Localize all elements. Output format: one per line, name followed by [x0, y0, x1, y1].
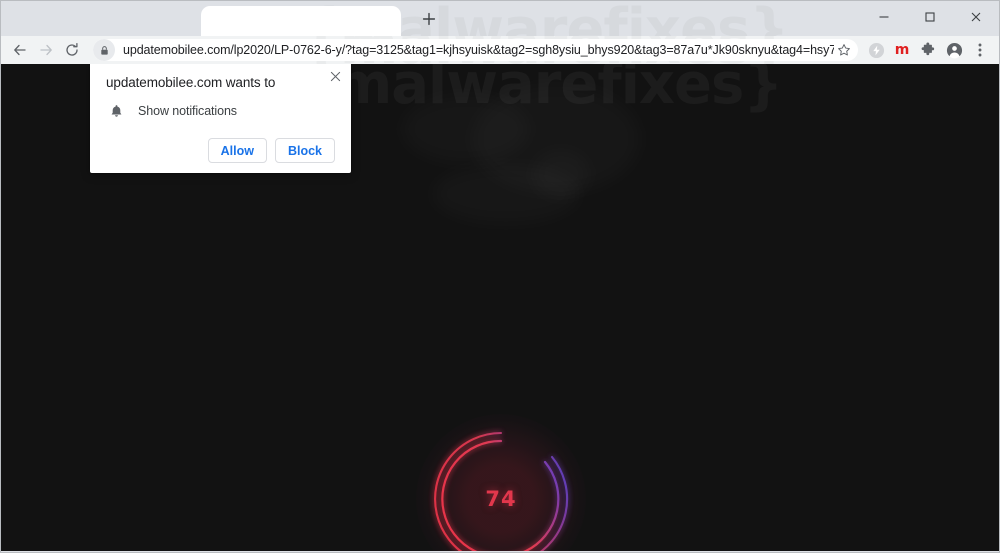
back-arrow-icon: [14, 44, 26, 56]
close-button[interactable]: [953, 1, 999, 33]
profile-avatar-icon: [946, 42, 962, 58]
m-extension-button[interactable]: m: [890, 38, 914, 62]
forward-arrow-icon: [40, 44, 52, 56]
new-tab-button[interactable]: [415, 5, 443, 33]
page-loader: 74: [416, 414, 586, 551]
minimize-icon: [879, 16, 889, 18]
background-blob: [401, 94, 531, 164]
address-bar[interactable]: updatemobilee.com/lp2020/LP-0762-6-y/?ta…: [93, 39, 858, 61]
chrome-menu-icon: [978, 43, 982, 57]
background-blob: [531, 149, 591, 199]
dialog-close-button[interactable]: [326, 67, 344, 85]
bookmark-button[interactable]: [834, 40, 854, 60]
background-blob: [431, 164, 581, 224]
bookmark-star-icon: [838, 44, 850, 56]
background-blob: [471, 84, 641, 194]
forward-button[interactable]: [33, 37, 59, 63]
site-info-button[interactable]: [93, 39, 115, 61]
allow-button[interactable]: Allow: [207, 138, 267, 163]
permission-row: Show notifications: [106, 102, 335, 120]
m-extension-icon: m: [894, 42, 910, 58]
chrome-menu-button[interactable]: [968, 38, 992, 62]
watermark-page: {malwarefixes}: [295, 64, 783, 117]
plus-icon: [422, 12, 436, 26]
reload-icon: [66, 42, 78, 56]
loader-value: 74: [485, 487, 517, 511]
notification-permission-dialog: updatemobilee.com wants to Show notifica…: [90, 64, 351, 173]
block-button[interactable]: Block: [274, 138, 335, 163]
bell-icon: [106, 102, 126, 120]
bolt-extension-button[interactable]: [864, 38, 888, 62]
browser-window: {malwarefixes}: [0, 0, 1000, 553]
tab-strip: {malwarefixes}: [1, 1, 999, 36]
bolt-extension-icon: [868, 42, 884, 58]
url-text: updatemobilee.com/lp2020/LP-0762-6-y/?ta…: [123, 43, 834, 57]
permission-label: Show notifications: [138, 104, 237, 118]
minimize-button[interactable]: [861, 1, 907, 33]
window-controls: [861, 1, 999, 33]
profile-button[interactable]: [942, 38, 966, 62]
dialog-title: updatemobilee.com wants to: [106, 75, 276, 90]
browser-toolbar: {malwarefixes} updatemo: [1, 36, 999, 64]
close-icon: [971, 12, 981, 22]
lock-icon: [100, 45, 108, 55]
back-button[interactable]: [7, 37, 33, 63]
extensions-puzzle-icon: [921, 42, 935, 56]
maximize-icon: [925, 12, 935, 22]
extensions-button[interactable]: [916, 38, 940, 62]
bell-icon-glyph: [111, 104, 121, 117]
page-content: {malwarefixes}: [1, 64, 999, 551]
browser-tab[interactable]: [201, 6, 401, 36]
maximize-button[interactable]: [907, 1, 953, 33]
reload-button[interactable]: [59, 37, 85, 63]
dialog-actions: Allow Block: [106, 138, 335, 163]
close-icon: [330, 71, 340, 81]
